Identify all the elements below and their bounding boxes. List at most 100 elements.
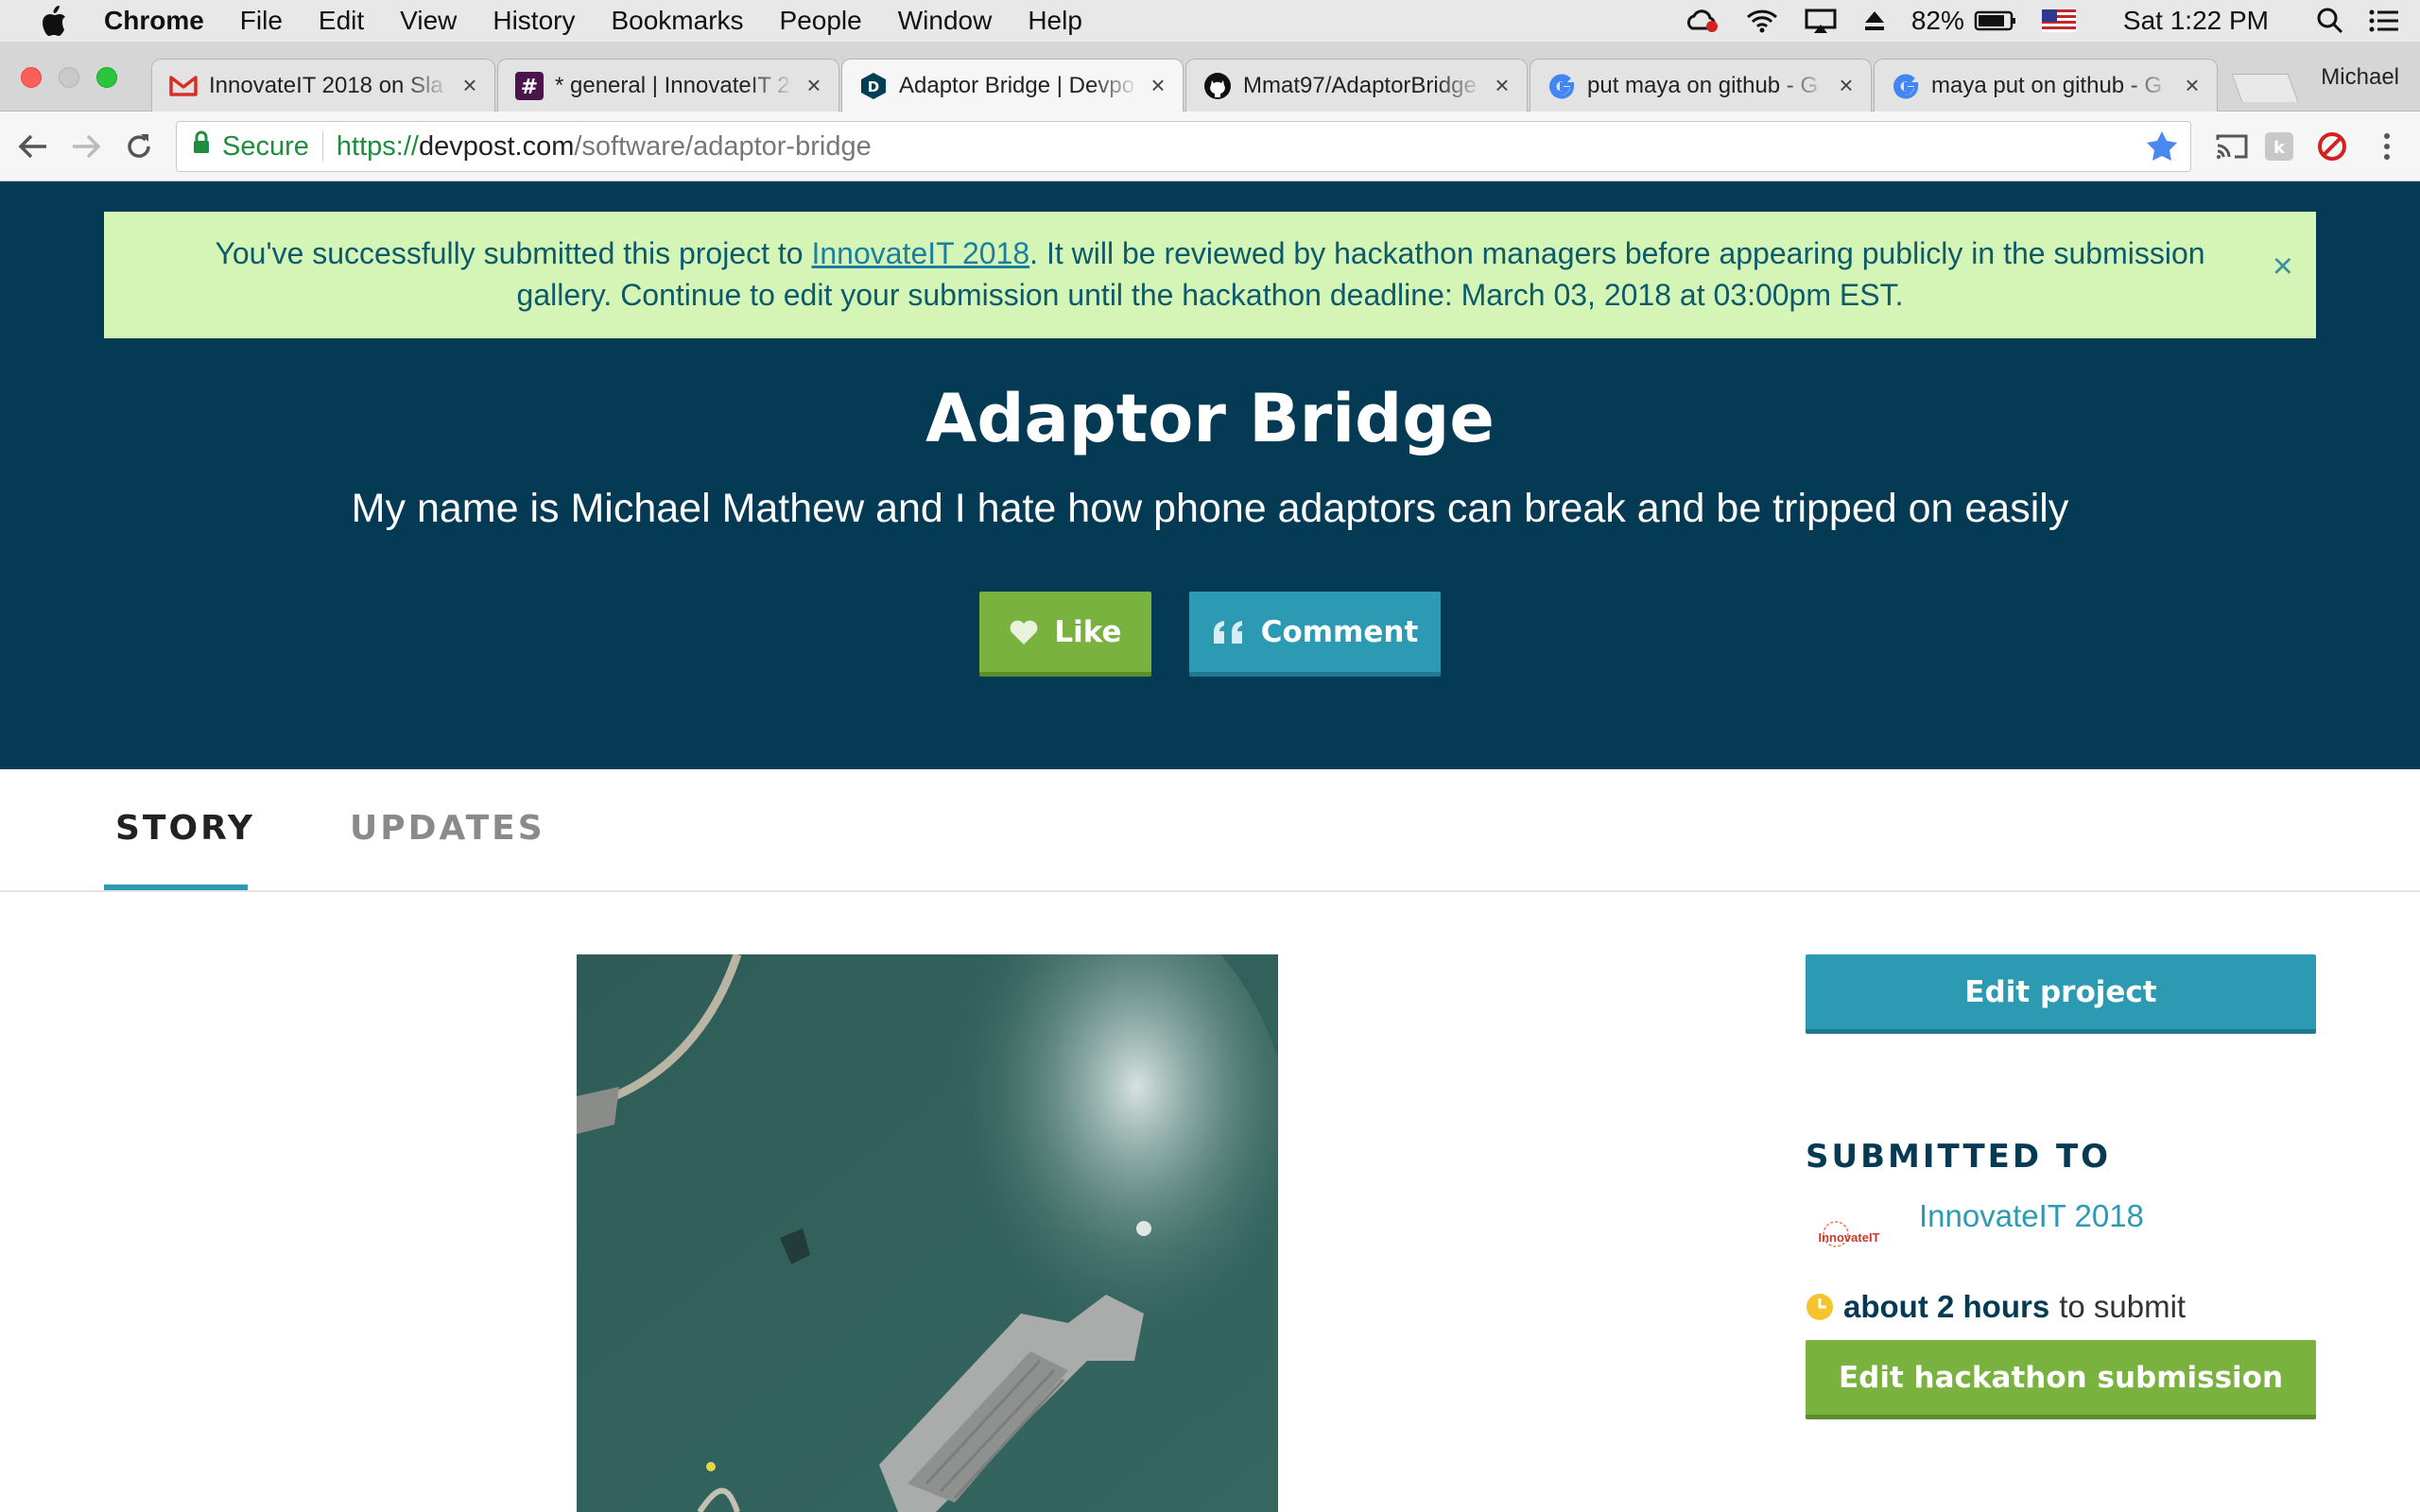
project-subnav: STORY UPDATES: [0, 769, 2420, 892]
submission-deadline: about 2 hours to submit: [1806, 1289, 2186, 1325]
tab-slack[interactable]: # * general | InnovateIT 2 ×: [497, 59, 839, 112]
battery-percent: 82%: [1910, 6, 1964, 35]
github-icon: [1203, 72, 1232, 100]
close-window-button[interactable]: [21, 67, 42, 88]
alert-line-2: gallery. Continue to edit your submissio…: [516, 278, 1904, 312]
like-label: Like: [1054, 614, 1122, 649]
close-icon[interactable]: ×: [1835, 71, 1858, 100]
tab-google-search-1[interactable]: put maya on github - G ×: [1530, 59, 1872, 112]
tab-title: * general | InnovateIT 2: [555, 72, 790, 98]
menu-edit[interactable]: Edit: [319, 6, 364, 36]
tab-devpost[interactable]: D Adaptor Bridge | Devpo ×: [841, 59, 1184, 112]
close-icon[interactable]: ×: [803, 71, 825, 100]
address-bar[interactable]: Secure https://devpost.com/software/adap…: [176, 121, 2191, 172]
tab-title: put maya on github - G: [1587, 72, 1819, 98]
alert-line-1: You've successfully submitted this proje…: [104, 232, 2316, 274]
tab-title: Mmat97/AdaptorBridge: [1243, 72, 1477, 98]
menu-bookmarks[interactable]: Bookmarks: [611, 6, 743, 36]
tab-updates[interactable]: UPDATES: [350, 809, 545, 848]
close-icon[interactable]: ×: [2273, 246, 2293, 287]
forward-arrow-icon[interactable]: [68, 129, 104, 164]
tab-github[interactable]: Mmat97/AdaptorBridge ×: [1185, 59, 1528, 112]
project-photo[interactable]: [577, 954, 1278, 1512]
tab-story[interactable]: STORY: [115, 809, 255, 848]
minimize-window-button[interactable]: [59, 67, 79, 88]
close-icon[interactable]: ×: [1147, 71, 1169, 100]
project-header: You've successfully submitted this proje…: [0, 181, 2420, 769]
back-arrow-icon[interactable]: [15, 129, 51, 164]
apple-icon[interactable]: [38, 5, 70, 37]
tab-gmail[interactable]: InnovateIT 2018 on Sla ×: [151, 59, 495, 112]
notification-center-icon[interactable]: [2369, 9, 2399, 33]
google-icon: [1547, 72, 1576, 100]
new-tab-button[interactable]: [2231, 74, 2299, 102]
google-icon: [1892, 72, 1920, 100]
lock-icon: [192, 130, 211, 163]
airplay-icon[interactable]: [1804, 8, 1838, 34]
heart-icon: [1009, 619, 1039, 645]
secure-label: Secure: [222, 130, 309, 162]
wifi-icon[interactable]: [1745, 8, 1779, 34]
active-tab-indicator: [104, 885, 248, 890]
hackathon-link[interactable]: InnovateIT 2018: [811, 236, 1029, 270]
like-button[interactable]: Like: [979, 592, 1151, 677]
devpost-icon: D: [859, 72, 888, 100]
clock-icon: [1806, 1293, 1834, 1321]
browser-toolbar: Secure https://devpost.com/software/adap…: [0, 112, 2420, 181]
us-flag-icon[interactable]: [2041, 9, 2076, 32]
alert-suffix: . It will be reviewed by hackathon manag…: [1029, 236, 2205, 270]
menu-people[interactable]: People: [780, 6, 862, 36]
menubar-clock[interactable]: Sat 1:22 PM: [2123, 6, 2269, 36]
gmail-icon: [169, 72, 198, 100]
hackathon-name-link[interactable]: InnovateIT 2018: [1919, 1198, 2144, 1234]
macos-menu-bar: Chrome File Edit View History Bookmarks …: [0, 0, 2420, 42]
menu-help[interactable]: Help: [1028, 6, 1082, 36]
hackathon-logo[interactable]: InnovateIT: [1807, 1213, 1891, 1259]
url-host: devpost.com: [418, 130, 575, 162]
spotlight-search-icon[interactable]: [2316, 7, 2344, 35]
menu-file[interactable]: File: [240, 6, 283, 36]
svg-text:#: #: [521, 76, 538, 99]
eject-icon[interactable]: [1862, 9, 1887, 33]
slack-icon: #: [515, 71, 544, 100]
profile-name[interactable]: Michael: [2321, 64, 2399, 91]
url-scheme: https://: [336, 130, 419, 162]
menu-status-area: 82% Sat 1:22 PM: [1683, 0, 2420, 42]
extension-k-icon[interactable]: k: [2261, 129, 2297, 164]
menu-window[interactable]: Window: [898, 6, 993, 36]
tab-title: maya put on github - G: [1931, 72, 2163, 98]
submission-success-alert: You've successfully submitted this proje…: [104, 212, 2316, 338]
chrome-menu-icon[interactable]: [2369, 129, 2405, 164]
creative-cloud-icon[interactable]: [1683, 8, 1720, 34]
project-tagline: My name is Michael Mathew and I hate how…: [351, 486, 2069, 531]
close-icon[interactable]: ×: [458, 71, 481, 100]
svg-text:k: k: [2273, 138, 2286, 158]
hackathon-logo-text: InnovateIT: [1818, 1230, 1879, 1245]
browser-tab-strip: InnovateIT 2018 on Sla × # * general | I…: [0, 42, 2420, 112]
edit-hackathon-submission-button[interactable]: Edit hackathon submission: [1806, 1340, 2316, 1419]
alert-prefix: You've successfully submitted this proje…: [215, 236, 812, 270]
battery-icon[interactable]: [1974, 9, 2017, 32]
comment-label: Comment: [1260, 614, 1419, 649]
quote-icon: [1212, 619, 1246, 645]
project-title: Adaptor Bridge: [925, 380, 1495, 457]
cast-icon[interactable]: [2214, 129, 2250, 164]
deadline-time-left: about 2 hours: [1843, 1289, 2050, 1324]
omnibox-divider: [321, 131, 323, 162]
deadline-suffix: to submit: [2059, 1289, 2187, 1324]
close-icon[interactable]: ×: [2181, 71, 2204, 100]
secure-indicator[interactable]: Secure: [192, 130, 309, 163]
tab-google-search-2[interactable]: maya put on github - G ×: [1874, 59, 2218, 112]
adblock-icon[interactable]: [2314, 129, 2350, 164]
menu-history[interactable]: History: [493, 6, 575, 36]
bookmark-star-icon[interactable]: [2145, 129, 2179, 171]
reload-icon[interactable]: [121, 129, 157, 164]
menu-view[interactable]: View: [400, 6, 457, 36]
close-icon[interactable]: ×: [1491, 71, 1513, 100]
maximize-window-button[interactable]: [96, 67, 117, 88]
submitted-to-heading: SUBMITTED TO: [1806, 1138, 2112, 1176]
comment-button[interactable]: Comment: [1189, 592, 1441, 677]
svg-text:D: D: [868, 78, 879, 95]
menu-chrome[interactable]: Chrome: [104, 6, 204, 36]
edit-project-button[interactable]: Edit project: [1806, 954, 2316, 1034]
